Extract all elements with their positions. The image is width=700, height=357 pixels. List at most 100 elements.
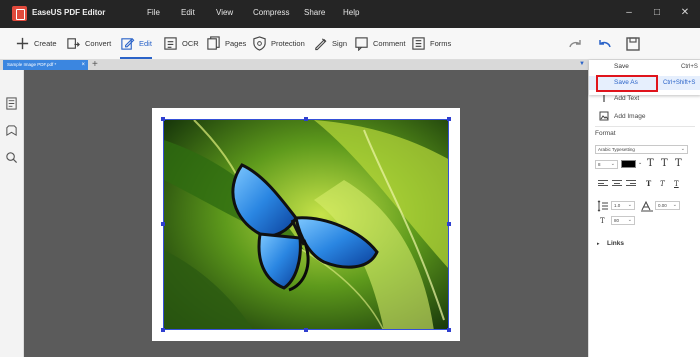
butterfly-photo-graphic [164, 120, 448, 329]
scale-select[interactable]: 80 ⌄ [611, 216, 635, 225]
text-color-swatch[interactable] [621, 160, 636, 168]
app-title: EaseUS PDF Editor [32, 8, 106, 17]
line-spacing-icon [597, 200, 608, 212]
menu-item-save[interactable]: Save Ctrl+S [589, 60, 700, 74]
font-size-value: 8 [598, 162, 601, 167]
menu-file[interactable]: File [147, 8, 160, 17]
close-window-icon[interactable]: ✕ [676, 5, 694, 21]
resize-handle-tm[interactable] [304, 117, 308, 121]
undo-icon[interactable] [596, 35, 614, 53]
chevron-down-icon: ⌄ [627, 217, 632, 223]
edit-icon [121, 38, 135, 50]
add-text-label: Add Text [614, 94, 640, 102]
sign-label: Sign [332, 39, 348, 48]
font-family-select[interactable]: Arabic Typesetting ⌄ [595, 145, 688, 154]
italic-icon[interactable]: T [660, 179, 665, 189]
maximize-icon[interactable]: □ [648, 5, 666, 21]
font-size-decrease-icon[interactable]: T [675, 159, 682, 169]
resize-handle-bm[interactable] [304, 328, 308, 332]
line-spacing-value: 1.0 [614, 203, 621, 208]
forms-button[interactable]: Forms [411, 28, 451, 59]
scale-value: 80 [614, 218, 620, 223]
resize-handle-ml[interactable] [161, 222, 165, 226]
comment-button[interactable]: Comment [354, 28, 406, 59]
create-icon [16, 37, 29, 50]
pdf-page [152, 108, 460, 341]
highlight-box [596, 75, 658, 92]
chevron-down-icon: ⌄ [680, 146, 685, 152]
font-size-select[interactable]: 8 ⌄ [595, 160, 618, 169]
menu-compress[interactable]: Compress [253, 8, 289, 17]
pages-button[interactable]: Pages [206, 28, 246, 59]
menu-edit[interactable]: Edit [181, 8, 195, 17]
app-logo-icon [12, 6, 27, 21]
convert-button[interactable]: Convert [66, 28, 111, 59]
tab-sample-image-pdf[interactable]: Sample Image PDF.pdf * × [3, 60, 88, 70]
create-button[interactable]: Create [15, 28, 57, 59]
left-sidebar [0, 70, 24, 357]
main-toolbar: Create Convert Edit OCR Pages Protection… [0, 28, 700, 60]
save-disk-icon[interactable] [624, 35, 642, 53]
character-spacing-icon [641, 200, 653, 212]
bold-icon[interactable]: T [646, 179, 651, 189]
scale-icon: T [600, 217, 605, 225]
chevron-down-icon: ⌄ [672, 202, 677, 208]
underline-icon[interactable]: T [674, 179, 679, 189]
edit-button[interactable]: Edit [120, 28, 152, 59]
resize-handle-bl[interactable] [161, 328, 165, 332]
resize-handle-mr[interactable] [447, 222, 451, 226]
font-family-value: Arabic Typesetting [598, 147, 635, 152]
protection-icon [253, 36, 266, 51]
forms-label: Forms [430, 39, 452, 48]
comment-icon [355, 37, 368, 51]
minimize-icon[interactable]: – [620, 5, 638, 21]
links-section-title[interactable]: Links [607, 240, 624, 247]
line-spacing-select[interactable]: 1.0 ⌄ [611, 201, 635, 210]
save-shortcut: Ctrl+S [681, 64, 698, 70]
document-canvas[interactable] [24, 70, 588, 357]
add-image-icon [599, 111, 609, 121]
edit-label: Edit [139, 39, 152, 48]
character-spacing-select[interactable]: 0.00 ⌄ [655, 201, 680, 210]
title-bar: EaseUS PDF Editor File Edit View Compres… [0, 0, 700, 28]
sign-button[interactable]: Sign [313, 28, 347, 59]
ocr-button[interactable]: OCR [163, 28, 199, 59]
font-size-increase-icon[interactable]: T [647, 159, 654, 169]
resize-handle-tl[interactable] [161, 117, 165, 121]
align-center-icon[interactable] [612, 180, 622, 188]
tab-close-icon[interactable]: × [81, 60, 85, 70]
menu-help[interactable]: Help [343, 8, 359, 17]
forms-icon [412, 37, 425, 50]
convert-label: Convert [85, 39, 112, 48]
align-right-icon[interactable] [626, 180, 636, 188]
resize-handle-tr[interactable] [447, 117, 451, 121]
menu-view[interactable]: View [216, 8, 233, 17]
add-image-button[interactable]: Add Image [599, 111, 645, 121]
save-as-shortcut: Ctrl+Shift+S [663, 80, 696, 86]
chevron-down-icon[interactable]: ▼ [579, 61, 585, 67]
sign-icon [315, 38, 327, 51]
expand-links-icon[interactable]: ▸ [597, 241, 600, 247]
align-left-icon[interactable] [598, 180, 608, 188]
chevron-down-icon: ⌄ [610, 161, 615, 167]
tab-title: Sample Image PDF.pdf * [7, 62, 57, 67]
divider [595, 126, 695, 127]
butterfly-image[interactable] [163, 119, 449, 330]
protection-button[interactable]: Protection [252, 28, 305, 59]
chevron-down-icon[interactable]: ⌄ [638, 160, 642, 166]
bookmark-icon[interactable] [5, 124, 18, 137]
pages-icon [207, 36, 220, 50]
menu-share[interactable]: Share [304, 8, 325, 17]
convert-icon [67, 38, 80, 49]
pages-label: Pages [225, 39, 247, 48]
create-label: Create [34, 39, 57, 48]
chevron-down-icon: ⌄ [627, 202, 632, 208]
font-size-normal-icon[interactable]: T [661, 159, 668, 169]
thumbnails-icon[interactable] [5, 97, 18, 110]
redo-icon[interactable] [566, 35, 584, 53]
character-spacing-value: 0.00 [658, 203, 667, 208]
resize-handle-br[interactable] [447, 328, 451, 332]
search-icon[interactable] [5, 151, 18, 164]
add-tab-icon[interactable]: + [92, 59, 98, 70]
add-image-label: Add Image [614, 112, 646, 120]
